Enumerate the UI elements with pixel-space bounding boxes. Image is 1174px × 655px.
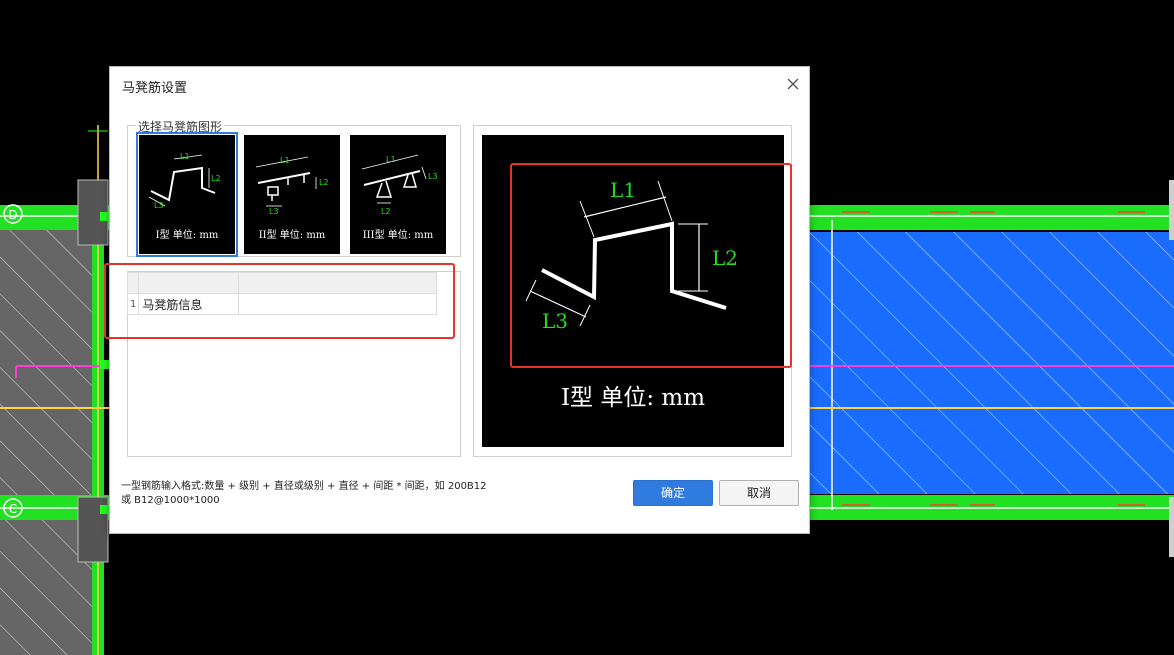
thumb2-l1: L1	[280, 156, 290, 165]
slab-right-hatch	[810, 232, 1174, 494]
cancel-button[interactable]: 取消	[719, 480, 799, 506]
thumb1-l2: L2	[211, 174, 221, 183]
axis-label-d: D	[8, 208, 17, 222]
grip-c[interactable]	[100, 505, 109, 514]
thumb3-l2: L2	[381, 207, 391, 216]
thumbnail-type-3-caption: III型 单位: mm	[362, 230, 434, 241]
grip-mid[interactable]	[100, 360, 109, 369]
confirm-button[interactable]: 确定	[633, 480, 713, 506]
grip-d[interactable]	[100, 212, 109, 221]
left-wall-hatch	[0, 230, 92, 655]
thumb1-l3: L3	[154, 201, 164, 210]
thumbnail-type-1-caption: I型 单位: mm	[155, 230, 219, 241]
thumbnail-type-2[interactable]: L1 L2 L3 II型 单位: mm	[244, 135, 340, 254]
right-edge-stub-bottom	[1169, 497, 1174, 557]
thumb3-l3: L3	[428, 172, 438, 181]
hint-line-2: 或 B12@1000*1000	[121, 495, 220, 506]
close-icon	[787, 78, 799, 90]
thumbnail-type-3[interactable]: L1 L3 L2 III型 单位: mm	[350, 135, 446, 254]
thumbnail-type-2-caption: II型 单位: mm	[258, 230, 326, 241]
thumb2-l3: L3	[269, 207, 279, 216]
mabeng-settings-dialog: 马凳筋设置 选择马凳筋图形 L1 L2 L3 I型 单位: mm L1 L2 L…	[104, 66, 810, 534]
thumbnail-type-1[interactable]: L1 L2 L3 I型 单位: mm	[136, 132, 238, 257]
thumb1-l1: L1	[180, 152, 190, 161]
preview-caption: I型 单位: mm	[560, 385, 706, 411]
shape-group-label: 选择马凳筋图形	[136, 118, 225, 135]
highlight-box-table	[104, 263, 455, 339]
dialog-title: 马凳筋设置	[122, 81, 188, 96]
thumb2-l2: L2	[319, 178, 329, 187]
hint-line-1: 一型钢筋输入格式:数量 + 级别 + 直径或级别 + 直径 + 间距 * 间距，…	[121, 481, 487, 492]
axis-label-c: C	[9, 502, 17, 516]
input-format-hint: 一型钢筋输入格式:数量 + 级别 + 直径或级别 + 直径 + 间距 * 间距，…	[121, 480, 601, 508]
thumb3-l1: L1	[386, 155, 396, 164]
right-edge-stub-top	[1169, 180, 1174, 240]
close-button[interactable]	[782, 73, 804, 95]
highlight-box-preview	[510, 163, 792, 368]
